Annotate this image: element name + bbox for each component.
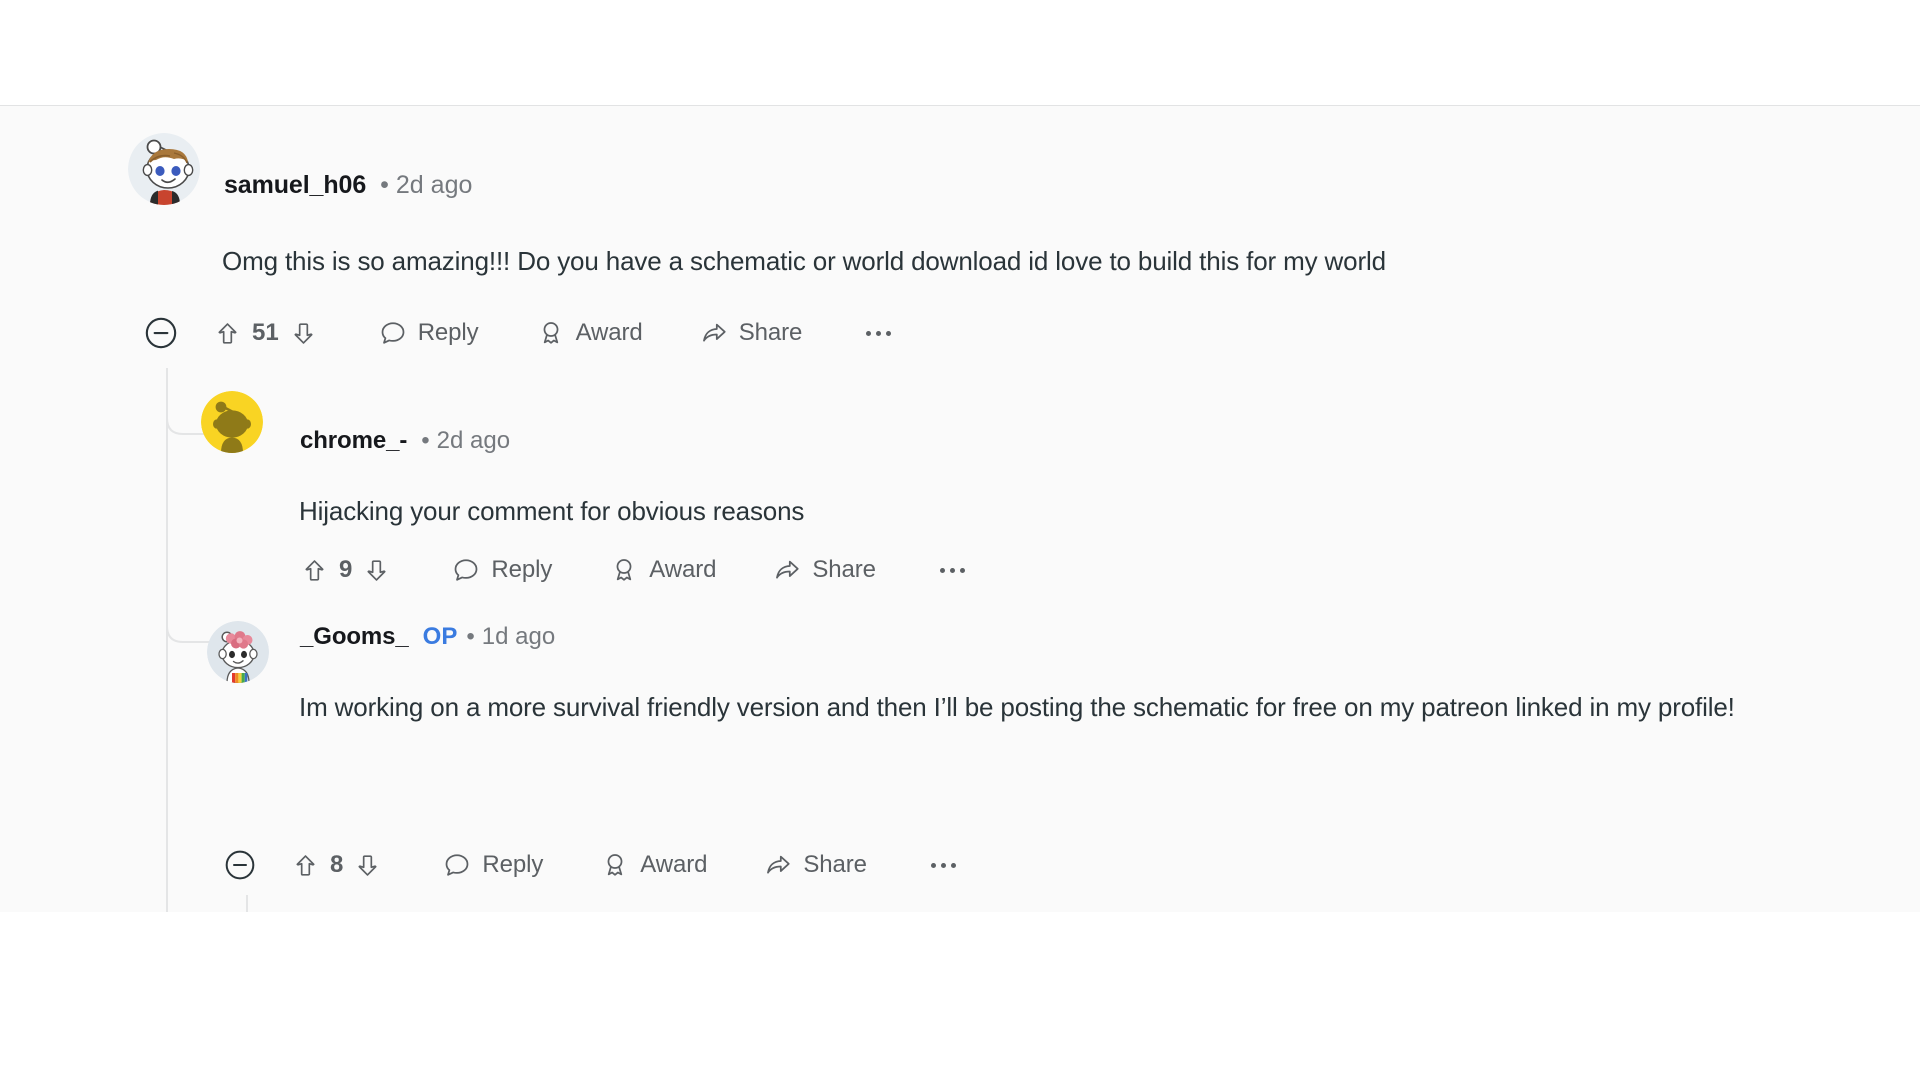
more-dot: [950, 862, 956, 868]
more-dot: [930, 862, 936, 868]
downvote-arrow-icon: [358, 854, 377, 876]
downvote-button[interactable]: [354, 852, 381, 879]
vote-group: 8: [292, 851, 381, 879]
collapse-thread-button[interactable]: [224, 849, 256, 881]
comment-thread-item: _Gooms_ OP • 1d ago Im working on a more…: [0, 0, 1920, 1080]
reply-label: Reply: [482, 851, 544, 878]
comment-author-row: _Gooms_ OP • 1d ago: [300, 623, 555, 651]
vote-count: 8: [330, 851, 344, 878]
award-button[interactable]: Award: [601, 851, 707, 879]
comment-action-bar: 8 Reply Award Share: [224, 849, 956, 881]
collapse-minus-circle-icon: [225, 850, 255, 880]
upvote-arrow-icon: [296, 854, 315, 876]
more-options-button[interactable]: [930, 862, 956, 868]
award-ribbon-icon: [607, 854, 623, 876]
share-arrow-icon: [767, 855, 790, 874]
upvote-button[interactable]: [292, 852, 319, 879]
op-badge[interactable]: OP: [423, 623, 458, 651]
reddit-comments-page: samuel_h06 • 2d ago Omg this is so amazi…: [0, 0, 1920, 1080]
comment-bubble-icon: [445, 854, 469, 876]
author-username[interactable]: _Gooms_: [300, 623, 409, 651]
avatar-gooms[interactable]: [207, 621, 269, 683]
rainbow-shirt: [232, 673, 248, 683]
share-button[interactable]: Share: [764, 851, 867, 879]
meta-separator: •: [466, 623, 475, 650]
reply-button[interactable]: Reply: [443, 851, 543, 879]
share-label: Share: [803, 851, 867, 878]
comment-body-text: Im working on a more survival friendly v…: [299, 692, 1735, 722]
more-dot: [940, 862, 946, 868]
comment-timestamp[interactable]: 1d ago: [482, 623, 555, 651]
award-label: Award: [640, 851, 708, 878]
